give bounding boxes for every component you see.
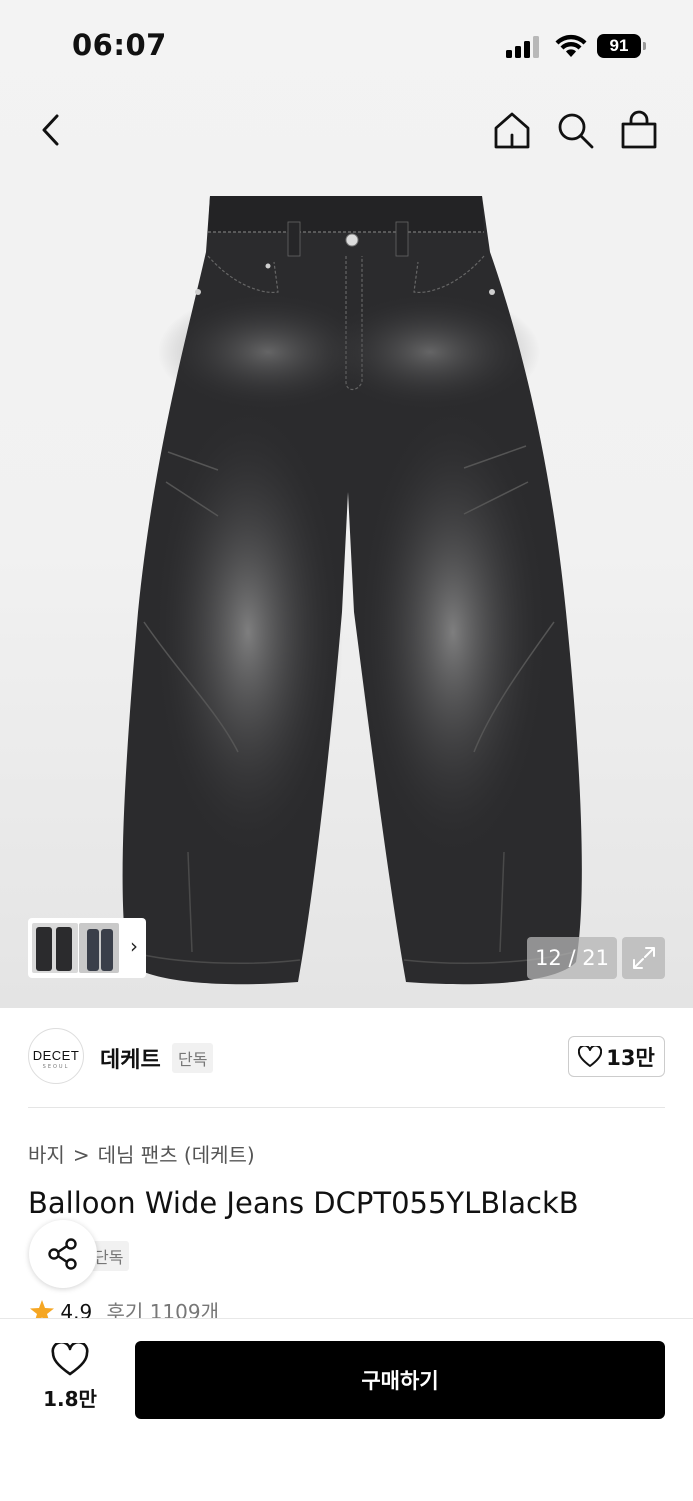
battery-indicator: 91 [597, 34, 647, 58]
back-button[interactable] [28, 108, 72, 152]
product-image[interactable] [118, 192, 586, 992]
chevron-left-icon [42, 114, 59, 146]
home-icon [494, 112, 530, 149]
review-count[interactable]: 후기 1109개 [107, 1300, 219, 1318]
breadcrumb-separator: > [72, 1143, 90, 1167]
home-button[interactable] [490, 108, 534, 152]
wishlist-button[interactable]: 1.8만 [30, 1340, 110, 1412]
cellular-signal-icon [506, 36, 539, 58]
expand-icon [632, 947, 655, 969]
star-icon [30, 1300, 54, 1318]
expand-button[interactable] [622, 937, 665, 979]
buy-button[interactable]: 구매하기 [135, 1341, 665, 1419]
brand-exclusive-badge: 단독 [172, 1043, 214, 1073]
product-title: Balloon Wide Jeans DCPT055YLBlackB [28, 1186, 579, 1220]
brand-logo-text: DECET [32, 1048, 80, 1063]
breadcrumb-category[interactable]: 바지 [28, 1143, 65, 1167]
breadcrumb-subcategory[interactable]: 데님 팬츠 (데케트) [98, 1143, 255, 1167]
battery-tip [643, 42, 646, 50]
chevron-right-icon: › [130, 934, 138, 958]
wifi-icon [555, 34, 587, 57]
brand-row: DECET SEOUL 데케트 단독 13만 [28, 1028, 665, 1086]
brand-name[interactable]: 데케트 [100, 1042, 161, 1074]
divider [28, 1107, 665, 1108]
rating-row[interactable]: 4.9 후기 1109개 [30, 1296, 219, 1318]
heart-icon [578, 1045, 603, 1067]
heart-icon [51, 1340, 89, 1376]
bottom-bar: 1.8만 구매하기 [0, 1318, 693, 1501]
brand-like-count: 13만 [606, 1045, 655, 1070]
brand-logo[interactable]: DECET SEOUL [28, 1028, 84, 1084]
breadcrumb: 바지 > 데님 팬츠 (데케트) [28, 1139, 255, 1168]
search-icon [558, 113, 594, 149]
battery-level: 91 [597, 34, 641, 58]
share-button[interactable] [29, 1220, 97, 1288]
wishlist-count: 1.8만 [43, 1387, 97, 1411]
thumbnail-strip[interactable]: › [28, 918, 146, 978]
image-counter: 12 / 21 [527, 937, 617, 979]
search-button[interactable] [553, 108, 597, 152]
shopping-bag-icon [621, 110, 657, 149]
thumbnail-1[interactable] [32, 923, 78, 973]
product-gallery[interactable]: 06:07 91 › 12 / 21 [0, 0, 693, 1008]
cart-button[interactable] [617, 108, 661, 152]
thumbnail-2[interactable] [79, 923, 119, 973]
brand-logo-subtext: SEOUL [42, 1064, 70, 1070]
status-time: 06:07 [72, 28, 167, 62]
share-icon [48, 1238, 77, 1270]
status-bar: 06:07 91 [0, 0, 693, 90]
brand-like-button[interactable]: 13만 [568, 1036, 665, 1077]
rating-value: 4.9 [60, 1300, 93, 1318]
